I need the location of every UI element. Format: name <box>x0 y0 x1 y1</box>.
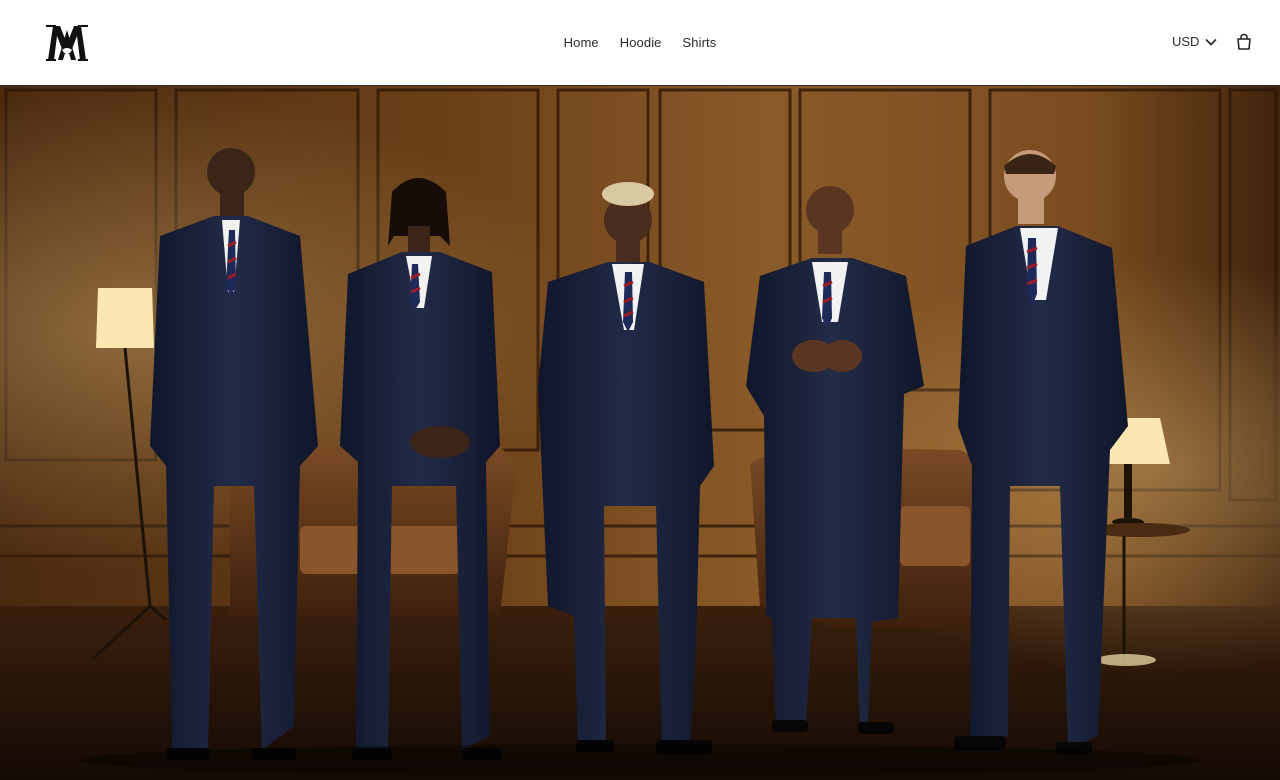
hero-campaign-photo[interactable] <box>0 86 1280 780</box>
site-header: Home Hoodie Shirts USD <box>0 0 1280 86</box>
shopping-bag-icon[interactable] <box>1236 33 1252 51</box>
nav-shirts[interactable]: Shirts <box>683 34 717 51</box>
main-nav: Home Hoodie Shirts <box>0 34 1280 51</box>
nav-hoodie[interactable]: Hoodie <box>620 34 662 51</box>
hero-illustration <box>0 86 1280 780</box>
chevron-down-icon <box>1205 38 1218 46</box>
currency-label: USD <box>1172 34 1200 49</box>
nav-home[interactable]: Home <box>564 34 599 51</box>
currency-selector[interactable]: USD <box>1172 34 1218 49</box>
